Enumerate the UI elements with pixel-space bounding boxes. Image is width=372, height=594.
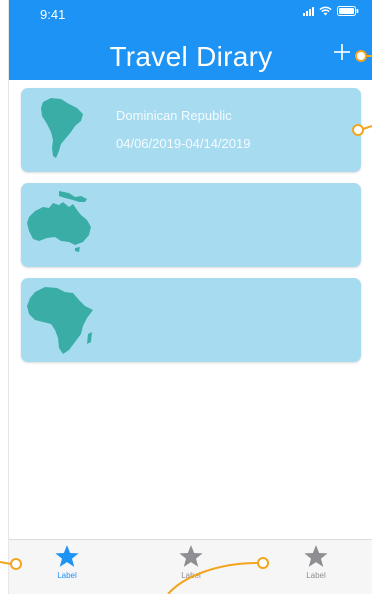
south-america-map-icon (41, 98, 83, 158)
australia-map-icon (27, 191, 91, 252)
tab-1[interactable]: Label (37, 544, 97, 580)
tab-label: Label (306, 571, 326, 580)
add-trip-button[interactable] (329, 39, 355, 65)
tab-label: Label (181, 571, 201, 580)
tab-label: Label (57, 571, 77, 580)
signal-icon (303, 6, 314, 16)
page-title: Travel Dirary (109, 41, 273, 72)
tab-bar: Label Label Label (9, 539, 372, 594)
trip-card[interactable] (21, 278, 361, 362)
star-icon (179, 545, 203, 567)
trip-card[interactable]: Dominican Republic 04/06/2019-04/14/2019 (21, 88, 361, 172)
wifi-icon (319, 6, 332, 16)
trip-dates: 04/06/2019-04/14/2019 (116, 136, 251, 151)
phone-screen: 9:41 Travel Dirary Dominican Republic 04… (8, 0, 372, 594)
trip-card[interactable] (21, 183, 361, 267)
star-icon (304, 545, 328, 567)
tab-2[interactable]: Label (161, 544, 221, 580)
trip-country: Dominican Republic (116, 108, 232, 123)
africa-map-icon (27, 287, 93, 354)
tab-3[interactable]: Label (286, 544, 346, 580)
app-header: 9:41 Travel Dirary (9, 0, 372, 80)
status-icons (303, 6, 359, 16)
star-icon (55, 545, 79, 567)
status-time: 9:41 (40, 7, 66, 22)
plus-icon (334, 44, 350, 60)
battery-icon (337, 6, 359, 16)
